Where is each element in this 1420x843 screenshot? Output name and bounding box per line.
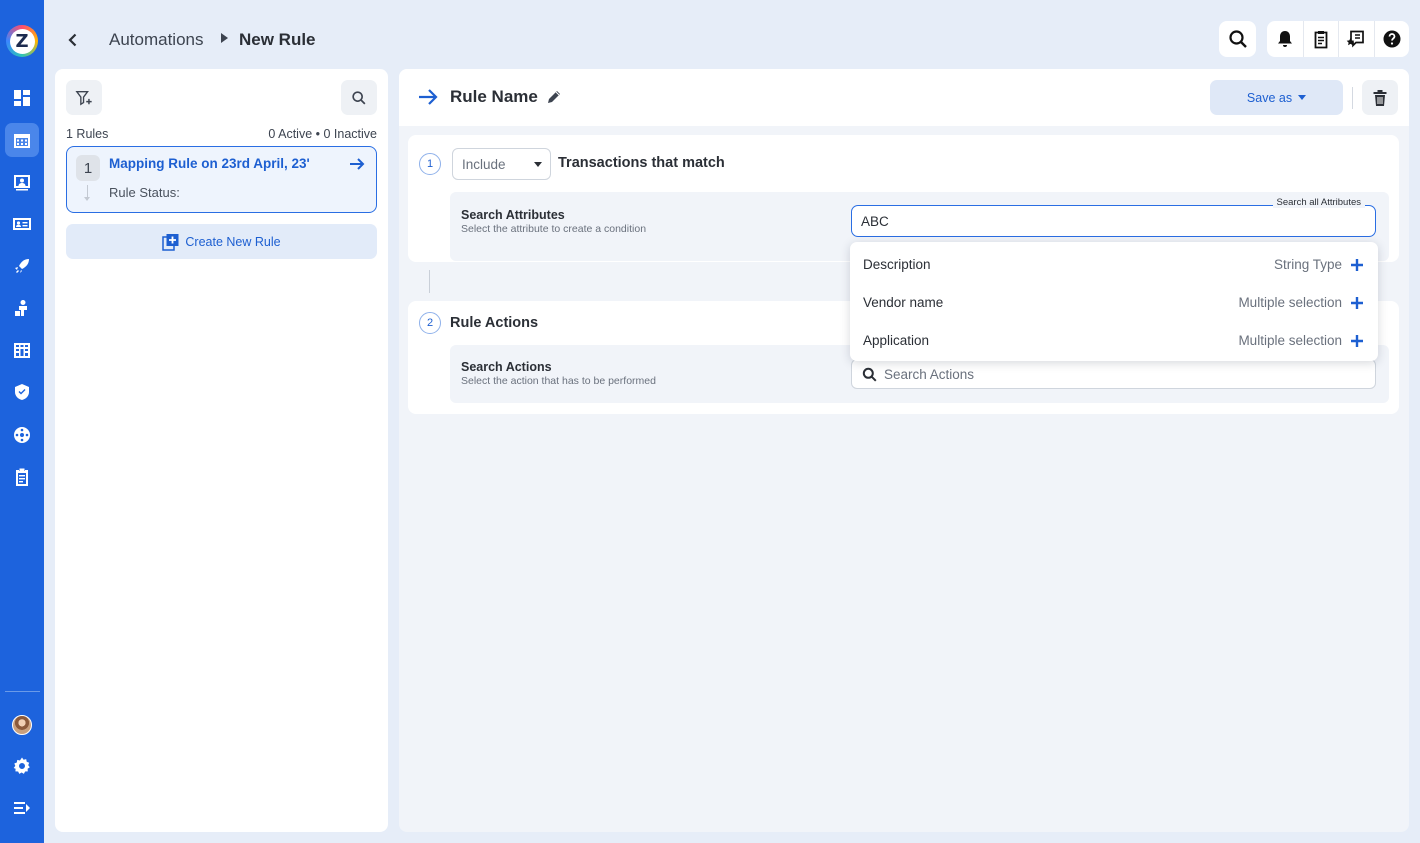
notifications-button[interactable] — [1267, 21, 1303, 57]
shield-check-icon[interactable] — [5, 375, 39, 409]
bell-icon — [1277, 31, 1292, 47]
sidebar: Z — [0, 0, 44, 843]
rule-number: 1 — [76, 155, 100, 181]
page-title: New Rule — [239, 30, 316, 49]
add-copy-icon — [162, 233, 179, 251]
pencil-icon[interactable] — [545, 88, 563, 106]
clipboard-icon[interactable] — [5, 460, 39, 494]
back-button[interactable] — [62, 29, 84, 51]
search-attributes-input[interactable]: ABC Search all Attributes — [851, 197, 1376, 237]
match-label: Transactions that match — [558, 155, 725, 171]
rules-count: 1 Rules — [66, 127, 109, 141]
rule-title: Mapping Rule on 23rd April, 23' — [109, 156, 310, 171]
attribute-type: String Type — [1273, 256, 1342, 272]
plus-icon[interactable] — [1350, 295, 1364, 309]
actions-subtitle: Select the action that has to be perform… — [461, 375, 656, 387]
chevron-left-icon — [68, 33, 77, 47]
step-connector — [429, 270, 430, 293]
include-select-value: Include — [462, 156, 506, 172]
rocket-icon[interactable] — [5, 249, 39, 283]
search-icon — [1228, 30, 1247, 48]
help-button[interactable] — [1373, 21, 1410, 57]
attribute-type: Multiple selection — [1238, 294, 1342, 310]
caret-down-icon — [1298, 95, 1307, 100]
sidebar-divider — [5, 691, 40, 692]
attribute-name: Vendor name — [863, 294, 944, 310]
toolbar-divider — [1352, 87, 1353, 109]
search-rules-button[interactable] — [341, 80, 377, 115]
search-icon — [352, 90, 366, 104]
header-toolbar — [1267, 21, 1409, 57]
user-avatar[interactable] — [12, 715, 32, 735]
calendar-icon[interactable] — [5, 123, 39, 157]
dropdown-item[interactable]: Application Multiple selection — [850, 321, 1378, 359]
app-logo[interactable]: Z — [6, 25, 38, 57]
settings-icon[interactable] — [5, 749, 39, 783]
vendor-icon[interactable] — [5, 291, 39, 325]
attributes-dropdown: Description String Type Vendor name Mult… — [850, 242, 1378, 361]
network-icon[interactable] — [5, 418, 39, 452]
attribute-name: Description — [863, 256, 931, 272]
attribute-type: Multiple selection — [1238, 332, 1342, 348]
dropdown-item[interactable]: Description String Type — [850, 245, 1378, 283]
building-icon[interactable] — [5, 333, 39, 367]
arrow-right-icon — [417, 86, 439, 108]
save-as-button[interactable]: Save as — [1210, 80, 1343, 115]
logo-letter: Z — [9, 28, 35, 54]
clipboard-list-icon — [1314, 31, 1328, 49]
rules-status-summary: 0 Active • 0 Inactive — [268, 127, 377, 141]
plus-icon[interactable] — [1350, 333, 1364, 347]
contact-card-icon[interactable] — [5, 165, 39, 199]
rule-card[interactable]: 1 Mapping Rule on 23rd April, 23' Rule S… — [66, 146, 377, 213]
rule-editor: Rule Name Save as 1 Include Transactions… — [399, 69, 1409, 832]
search-icon — [862, 367, 877, 382]
id-card-icon[interactable] — [5, 207, 39, 241]
actions-title: Search Actions — [461, 360, 552, 374]
plus-icon[interactable] — [1350, 257, 1364, 271]
filter-add-icon — [75, 90, 92, 106]
create-new-rule-button[interactable]: Create New Rule — [66, 224, 377, 259]
reviews-button[interactable] — [1338, 21, 1374, 57]
step-number: 1 — [419, 153, 441, 175]
rule-connector — [84, 185, 90, 201]
delete-rule-button[interactable] — [1362, 80, 1398, 115]
help-icon — [1383, 30, 1401, 48]
attribute-name: Application — [863, 332, 930, 348]
tasks-button[interactable] — [1302, 21, 1339, 57]
include-select[interactable]: Include — [452, 148, 551, 180]
rule-actions-label: Rule Actions — [450, 315, 539, 331]
review-icon — [1346, 30, 1365, 48]
collapse-menu-icon[interactable] — [5, 791, 39, 825]
attributes-title: Search Attributes — [461, 208, 565, 222]
rule-name[interactable]: Rule Name — [450, 87, 538, 107]
add-filter-button[interactable] — [66, 80, 102, 115]
search-actions-placeholder: Search Actions — [884, 366, 975, 382]
rule-status-label: Rule Status: — [109, 185, 180, 200]
search-actions-input[interactable]: Search Actions — [851, 359, 1376, 389]
rules-panel: 1 Rules 0 Active • 0 Inactive 1 Mapping … — [55, 69, 388, 832]
attributes-subtitle: Select the attribute to create a conditi… — [461, 223, 647, 235]
global-search-button[interactable] — [1219, 21, 1256, 57]
save-as-label: Save as — [1246, 90, 1293, 105]
rule-editor-header: Rule Name Save as — [399, 69, 1409, 126]
create-new-rule-label: Create New Rule — [185, 234, 281, 249]
caret-down-icon — [534, 162, 542, 167]
dashboard-icon[interactable] — [5, 81, 39, 115]
arrow-right-icon[interactable] — [348, 155, 366, 173]
dropdown-item[interactable]: Vendor name Multiple selection — [850, 283, 1378, 321]
breadcrumb-automations[interactable]: Automations — [109, 30, 204, 50]
search-attributes-value: ABC — [861, 213, 889, 229]
step-number: 2 — [419, 312, 441, 334]
breadcrumb-separator-icon — [221, 33, 228, 43]
trash-icon — [1373, 89, 1387, 106]
search-attributes-label: Search all Attributes — [1272, 197, 1365, 208]
